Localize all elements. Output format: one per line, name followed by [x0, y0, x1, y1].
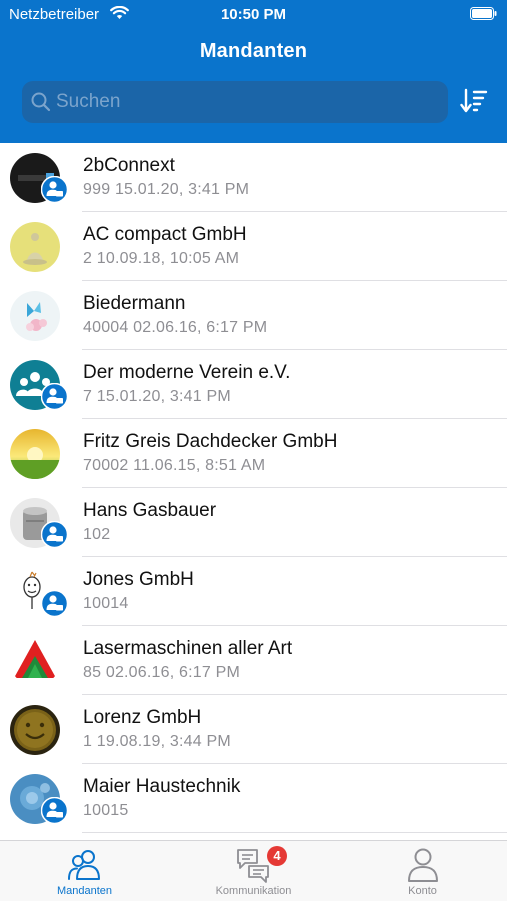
client-meta: 70002 11.06.15, 8:51 AM: [83, 457, 266, 474]
client-name: Jones GmbH: [83, 569, 194, 590]
search-icon: [31, 92, 51, 117]
sort-button[interactable]: [460, 88, 488, 114]
client-name: Lasermaschinen aller Art: [83, 638, 293, 659]
client-row[interactable]: Maier Haustechnik 10015: [0, 764, 507, 833]
unread-badge: 4: [267, 846, 287, 866]
tab-konto[interactable]: Konto: [338, 841, 507, 901]
sort-icon: [460, 88, 488, 113]
client-meta: 40004 02.06.16, 6:17 PM: [83, 319, 268, 336]
row-divider: [82, 832, 507, 833]
client-row[interactable]: Der moderne Verein e.V. 7 15.01.20, 3:41…: [0, 350, 507, 419]
client-list: 2bConnext 999 15.01.20, 3:41 PM AC compa…: [0, 143, 507, 833]
tab-label: Konto: [408, 885, 437, 897]
client-name: Lorenz GmbH: [83, 707, 202, 728]
client-name: Hans Gasbauer: [83, 500, 217, 521]
client-avatar: [10, 429, 60, 479]
client-name: Fritz Greis Dachdecker GmbH: [83, 431, 338, 452]
tab-mandanten[interactable]: Mandanten: [0, 841, 169, 901]
account-icon: [408, 848, 438, 882]
client-name: AC compact GmbH: [83, 224, 247, 245]
search-input[interactable]: [56, 81, 436, 123]
client-row[interactable]: Fritz Greis Dachdecker GmbH 70002 11.06.…: [0, 419, 507, 488]
client-row[interactable]: Biedermann 40004 02.06.16, 6:17 PM: [0, 281, 507, 350]
client-row[interactable]: 2bConnext 999 15.01.20, 3:41 PM: [0, 143, 507, 212]
clock: 10:50 PM: [220, 6, 287, 23]
client-row[interactable]: AC compact GmbH 2 10.09.18, 10:05 AM: [0, 212, 507, 281]
person-badge-icon: [40, 796, 69, 825]
page-title: Mandanten: [199, 40, 308, 62]
client-meta: 102: [83, 526, 111, 543]
client-row[interactable]: Lasermaschinen aller Art 85 02.06.16, 6:…: [0, 626, 507, 695]
client-meta: 1 19.08.19, 3:44 PM: [83, 733, 231, 750]
person-badge-icon: [40, 175, 69, 204]
client-row[interactable]: Lorenz GmbH 1 19.08.19, 3:44 PM: [0, 695, 507, 764]
person-badge-icon: [40, 589, 69, 618]
client-meta: 2 10.09.18, 10:05 AM: [83, 250, 240, 267]
search-field[interactable]: [22, 81, 448, 123]
client-avatar: [10, 636, 60, 686]
client-row[interactable]: Hans Gasbauer 102: [0, 488, 507, 557]
battery-icon: [470, 7, 497, 25]
tab-bar: Mandanten 4 Kommunikation Konto: [0, 840, 507, 901]
tab-kommunikation[interactable]: 4 Kommunikation: [169, 841, 338, 901]
person-badge-icon: [40, 382, 69, 411]
status-bar: Netzbetreiber 10:50 PM: [0, 0, 507, 28]
client-name: Maier Haustechnik: [83, 776, 241, 797]
client-name: 2bConnext: [83, 155, 175, 176]
people-icon: [68, 850, 100, 880]
client-avatar: [10, 705, 60, 755]
client-meta: 85 02.06.16, 6:17 PM: [83, 664, 240, 681]
tab-label: Mandanten: [56, 885, 113, 897]
client-row[interactable]: Jones GmbH 10014: [0, 557, 507, 626]
client-meta: 7 15.01.20, 3:41 PM: [83, 388, 231, 405]
person-badge-icon: [40, 520, 69, 549]
client-meta: 10014: [83, 595, 129, 612]
client-avatar: [10, 291, 60, 341]
navigation-header: Netzbetreiber 10:50 PM Mandanten: [0, 0, 507, 143]
client-name: Der moderne Verein e.V.: [83, 362, 291, 383]
client-name: Biedermann: [83, 293, 186, 314]
client-meta: 10015: [83, 802, 129, 819]
client-avatar: [10, 222, 60, 272]
tab-label: Kommunikation: [215, 885, 292, 897]
client-meta: 999 15.01.20, 3:41 PM: [83, 181, 250, 198]
